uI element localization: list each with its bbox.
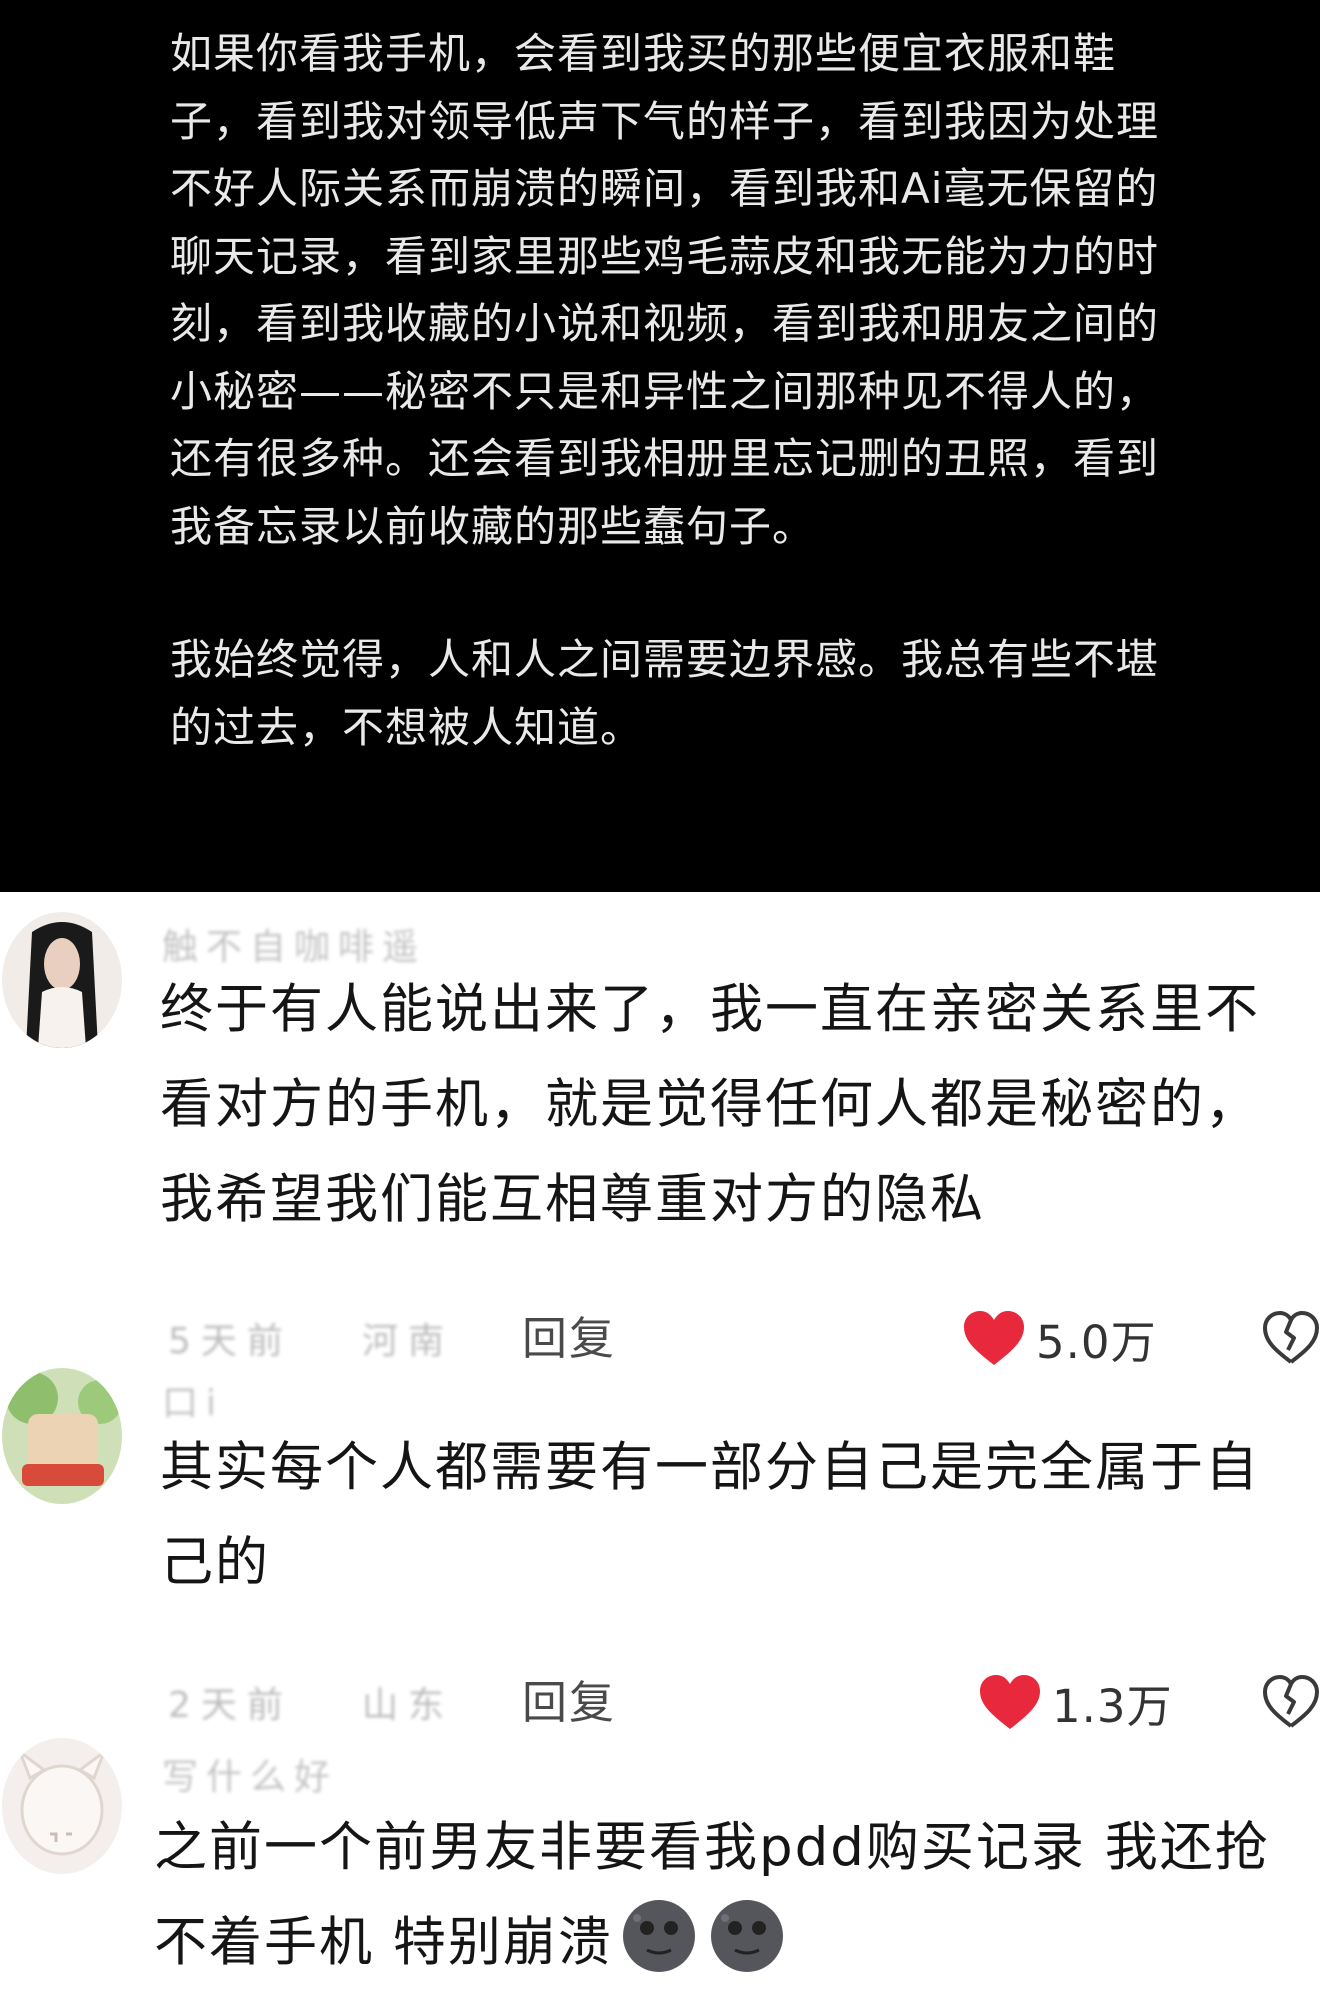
post-paragraph: 我始终觉得，人和人之间需要边界感。我总有些不堪的过去，不想被人知道。 — [170, 635, 1160, 752]
avatar-image — [2, 1368, 122, 1504]
comment-list: 触不自咖啡遥 终于有人能说出来了，我一直在亲密关系里不看对方的手机，就是觉得任何… — [0, 892, 1320, 2014]
reply-button[interactable]: 回复 — [522, 1302, 616, 1367]
broken-heart-icon[interactable] — [1262, 1674, 1320, 1730]
like-count: 5.0万 — [1036, 1315, 1157, 1369]
new-moon-face-emoji — [622, 1900, 695, 1972]
comment-text: 其实每个人都需要有一部分自己是完全属于自己的 — [160, 1437, 1260, 1593]
avatar[interactable] — [2, 1738, 122, 1874]
new-moon-face-emoji — [710, 1900, 783, 1972]
avatar-image — [2, 1738, 122, 1874]
heart-icon — [980, 1675, 1040, 1729]
like-count: 1.3万 — [1052, 1679, 1173, 1733]
comment-actions: 2天前 山东 回复 1.3万 — [0, 1662, 1320, 1742]
post-card: 如果你看我手机，会看到我买的那些便宜衣服和鞋子，看到我对领导低声下气的样子，看到… — [0, 0, 1320, 892]
avatar-image — [2, 912, 122, 1048]
reply-button[interactable]: 回复 — [522, 1666, 616, 1731]
like-button[interactable]: 5.0万 — [962, 1298, 1157, 1378]
comment-date: 5天前 — [168, 1321, 293, 1362]
avatar[interactable] — [2, 912, 122, 1048]
comment-location: 山东 — [362, 1685, 455, 1726]
comment-actions: 5天前 河南 回复 5.0万 — [0, 1298, 1320, 1378]
comment-username[interactable]: 写什么好 — [162, 1748, 338, 1800]
comment-username[interactable]: 口i — [162, 1374, 224, 1426]
comment-text: 之前一个前男友非要看我pdd购买记录 我还抢不着手机 特别崩溃 — [154, 1800, 1304, 1990]
broken-heart-icon[interactable] — [1262, 1310, 1320, 1366]
comment-location: 河南 — [362, 1321, 455, 1362]
comment-text: 终于有人能说出来了，我一直在亲密关系里不看对方的手机，就是觉得任何人都是秘密的，… — [160, 979, 1260, 1230]
avatar[interactable] — [2, 1368, 122, 1504]
post-paragraph: 如果你看我手机，会看到我买的那些便宜衣服和鞋子，看到我对领导低声下气的样子，看到… — [170, 29, 1160, 551]
heart-icon — [964, 1311, 1024, 1365]
like-button[interactable]: 1.3万 — [978, 1662, 1173, 1742]
comment-date: 2天前 — [168, 1685, 293, 1726]
post-body: 如果你看我手机，会看到我买的那些便宜衣服和鞋子，看到我对领导低声下气的样子，看到… — [170, 20, 1170, 761]
